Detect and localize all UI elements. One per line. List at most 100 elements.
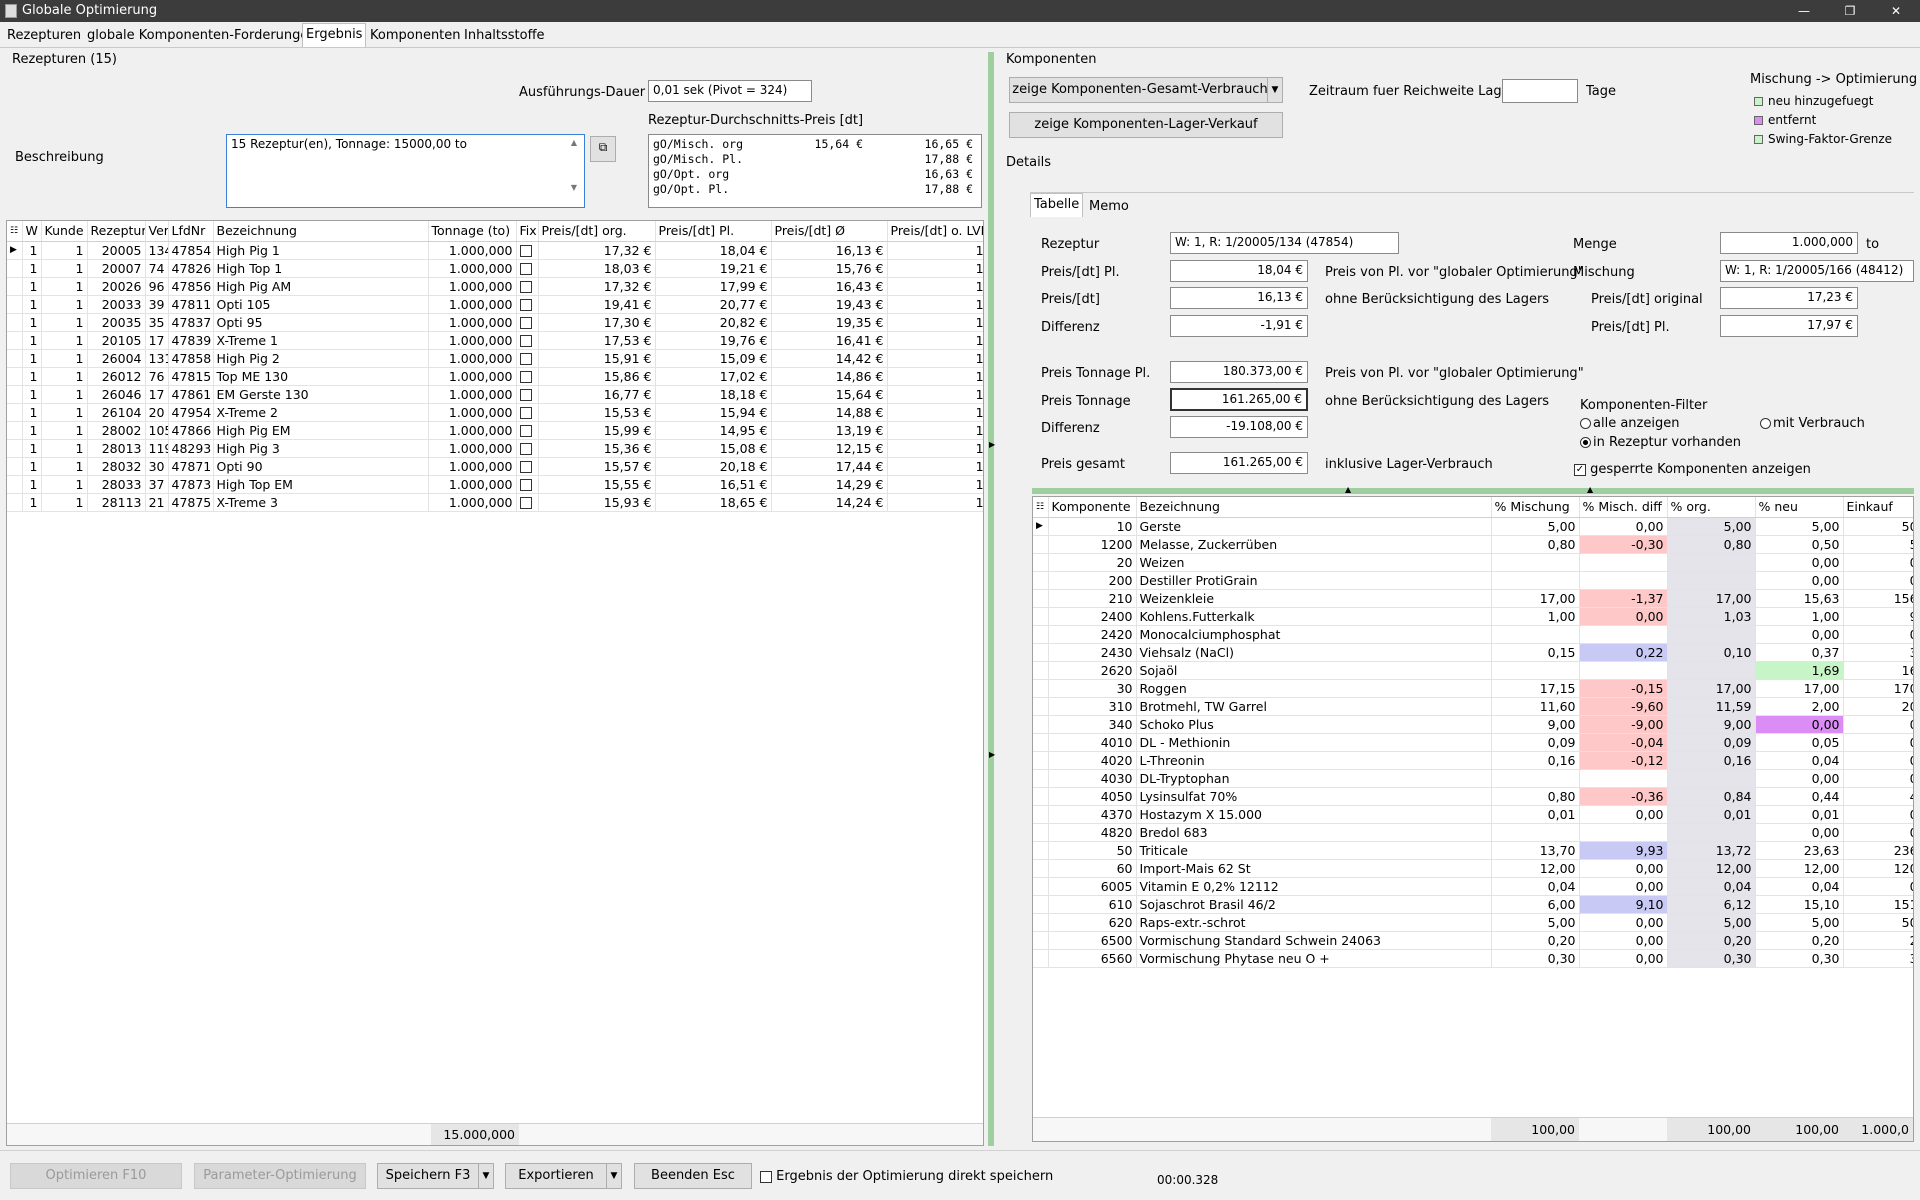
komponenten-grid[interactable]: ☷ Komponente Bezeichnung% Mischung% Misch.… — [1032, 496, 1914, 1142]
cell-tonnage[interactable]: 1.000,000 — [428, 385, 517, 404]
cell-tonnage[interactable]: 1.000,000 — [428, 475, 517, 494]
cell-tonnage[interactable]: 1.000,000 — [428, 313, 517, 332]
rezeptur-row[interactable]: 112600413147858High Pig 21.000,00015,91 … — [7, 349, 983, 368]
rezeptur-row[interactable]: 1 1 20035 35 47837 Opti 95 1.000,000 17,30 €20,… — [7, 313, 983, 332]
copy-icon[interactable]: ⧉ — [590, 136, 616, 162]
column-header[interactable]: Preis/[dt] Pl. — [655, 221, 772, 242]
fix-checkbox-icon[interactable] — [519, 299, 532, 311]
fix-checkbox-icon[interactable] — [519, 407, 532, 419]
show-stock-sales-button[interactable]: zeige Komponenten-Lager-Verkauf — [1009, 112, 1283, 138]
splitter-up-icon-2[interactable]: ▲ — [1587, 485, 1593, 494]
splitter-up-icon[interactable]: ▲ — [1345, 485, 1351, 494]
column-header[interactable]: Tonnage (to) — [428, 221, 517, 242]
cell-fix[interactable] — [516, 349, 539, 368]
cell-fix[interactable] — [516, 475, 539, 494]
komponente-row[interactable]: 200Destiller ProtiGrain 0,000,0 — [1033, 571, 1913, 590]
checkbox-icon[interactable] — [760, 1170, 772, 1183]
cell-fix[interactable] — [516, 403, 539, 422]
column-header[interactable]: Fix — [516, 221, 539, 242]
rezeptur-row[interactable]: ▶112000513447854High Pig 11.000,00017,32… — [7, 241, 983, 260]
fix-checkbox-icon[interactable] — [519, 353, 532, 365]
column-header[interactable]: LfdNr — [168, 221, 214, 242]
komponente-row[interactable]: 620Raps-extr.-schrot5,000,005,005,0050,0 — [1033, 913, 1913, 932]
komponente-row[interactable]: 4370Hostazym X 15.0000,010,000,010,010,1 — [1033, 805, 1913, 824]
fix-checkbox-icon[interactable] — [519, 443, 532, 455]
tonnage-pl-field[interactable]: 180.373,00 € — [1170, 361, 1308, 383]
column-header[interactable]: Bezeichnung — [1136, 497, 1492, 518]
cell-tonnage[interactable]: 1.000,000 — [428, 241, 517, 260]
fix-checkbox-icon[interactable] — [519, 389, 532, 401]
rezepturen-grid[interactable]: ☷ W Kunde Rezeptur Ver LfdNr Bezeichnung Tonnag… — [6, 220, 984, 1146]
splitter-arrow-icon-2[interactable]: ▶ — [989, 750, 995, 759]
cell-fix[interactable] — [516, 241, 539, 260]
komponente-row[interactable]: 1200 Melasse, Zuckerrüben 0,80 -0,30 0,80 0,5… — [1033, 535, 1913, 554]
cell-tonnage[interactable]: 1.000,000 — [428, 349, 517, 368]
komponente-row[interactable]: 2430Viehsalz (NaCl)0,150,220,100,373,7 — [1033, 643, 1913, 662]
cell-fix[interactable] — [516, 277, 539, 296]
column-header[interactable]: W — [22, 221, 42, 242]
total-consumption-dropdown-icon[interactable]: ▼ — [1267, 77, 1283, 103]
end-button[interactable]: Beenden Esc — [634, 1163, 752, 1189]
splitter-arrow-icon[interactable]: ▶ — [989, 440, 995, 449]
cell-tonnage[interactable]: 1.000,000 — [428, 295, 517, 314]
cell-fix[interactable] — [516, 295, 539, 314]
tab-globale-forderungen[interactable]: globale Komponenten-Forderungen — [84, 25, 320, 46]
filter-in-radio[interactable]: in Rezeptur vorhanden — [1580, 435, 1741, 450]
cell-fix[interactable] — [516, 385, 539, 404]
komponente-row[interactable]: 6500 Vormischung Standard Schwein 24063 0,… — [1033, 931, 1913, 950]
tab-rezepturen[interactable]: Rezepturen — [4, 25, 84, 46]
komponente-row[interactable]: 30Roggen17,15-0,1517,0017,00170,0 — [1033, 679, 1913, 698]
mischung-field[interactable]: W: 1, R: 1/20005/166 (48412) — [1720, 260, 1914, 282]
rezeptur-row[interactable]: 1 1 28032 30 47871 Opti 90 1.000,000 15,57 €20,… — [7, 457, 983, 476]
column-header[interactable]: % Mischung — [1491, 497, 1580, 518]
komponente-row[interactable]: ▶10Gerste5,000,005,005,0050,0 — [1033, 517, 1913, 536]
fix-checkbox-icon[interactable] — [519, 335, 532, 347]
cell-tonnage[interactable]: 1.000,000 — [428, 331, 517, 350]
column-header[interactable]: % org. — [1667, 497, 1756, 518]
rezeptur-row[interactable]: 1 1 26012 76 47815 Top ME 130 1.000,000 15,86 €… — [7, 367, 983, 386]
differenz2-field[interactable]: -19.108,00 € — [1170, 416, 1308, 438]
cell-fix[interactable] — [516, 367, 539, 386]
gesamt-field[interactable]: 161.265,00 € — [1170, 452, 1308, 474]
rezeptur-row[interactable]: 1 1 28033 37 47873 High Top EM 1.000,000 15,55 … — [7, 475, 983, 494]
subtab-memo[interactable]: Memo — [1086, 196, 1132, 217]
cell-fix[interactable] — [516, 421, 539, 440]
cell-fix[interactable] — [516, 493, 539, 512]
radio-selected-icon[interactable] — [1580, 437, 1591, 448]
komponente-row[interactable]: 2620Sojaöl 1,6916,9 — [1033, 661, 1913, 680]
fix-checkbox-icon[interactable] — [519, 371, 532, 383]
fix-checkbox-icon[interactable] — [519, 497, 532, 509]
column-header[interactable]: Ver — [145, 221, 169, 242]
column-header[interactable]: Bezeichnung — [213, 221, 429, 242]
komponente-row[interactable]: 4010DL - Methionin0,09-0,040,090,050,4 — [1033, 733, 1913, 752]
rezeptur-row[interactable]: 1 1 26046 17 47861 EM Gerste 130 1.000,000 16,7… — [7, 385, 983, 404]
komponente-row[interactable]: 2420Monocalciumphosphat 0,000,0 — [1033, 625, 1913, 644]
komponente-row[interactable]: 4050Lysinsulfat 70%0,80-0,360,840,444,3 — [1033, 787, 1913, 806]
radio-icon[interactable] — [1580, 418, 1591, 429]
cell-fix[interactable] — [516, 457, 539, 476]
tab-komponenten[interactable]: Komponenten — [367, 25, 464, 46]
fix-checkbox-icon[interactable] — [519, 245, 532, 257]
preis-pl2-field[interactable]: 17,97 € — [1720, 315, 1858, 337]
rezeptur-row[interactable]: 1 1 20033 39 47811 Opti 105 1.000,000 19,41 €20… — [7, 295, 983, 314]
preis-pl-field[interactable]: 18,04 € — [1170, 260, 1308, 282]
column-header[interactable]: Preis/[dt] o. LVE — [887, 221, 983, 242]
column-header[interactable]: Einkauf — [1843, 497, 1913, 518]
komponente-row[interactable]: 4030DL-Tryptophan 0,000,0 — [1033, 769, 1913, 788]
fix-checkbox-icon[interactable] — [519, 317, 532, 329]
komponente-row[interactable]: 2400Kohlens.Futterkalk1,000,001,031,009,… — [1033, 607, 1913, 626]
save-dropdown-icon[interactable]: ▼ — [478, 1163, 494, 1189]
filter-used-radio[interactable]: mit Verbrauch — [1760, 416, 1865, 431]
komponente-row[interactable]: 6005 Vitamin E 0,2% 12112 0,04 0,00 0,04 0,04… — [1033, 877, 1913, 896]
differenz-field[interactable]: -1,91 € — [1170, 315, 1308, 337]
cell-fix[interactable] — [516, 259, 539, 278]
komponente-row[interactable]: 4020L-Threonin0,16-0,120,160,040,3 — [1033, 751, 1913, 770]
rezeptur-row[interactable]: 1 1 20026 96 47856 High Pig AM 1.000,000 17,32 … — [7, 277, 983, 296]
cell-fix[interactable] — [516, 439, 539, 458]
period-input[interactable] — [1502, 79, 1578, 103]
cell-tonnage[interactable]: 1.000,000 — [428, 457, 517, 476]
description-field[interactable]: 15 Rezeptur(en), Tonnage: 15000,00 to — [226, 134, 585, 208]
column-header[interactable]: % Misch. diff — [1579, 497, 1668, 518]
cell-tonnage[interactable]: 1.000,000 — [428, 421, 517, 440]
column-header[interactable]: Preis/[dt] Ø — [771, 221, 888, 242]
